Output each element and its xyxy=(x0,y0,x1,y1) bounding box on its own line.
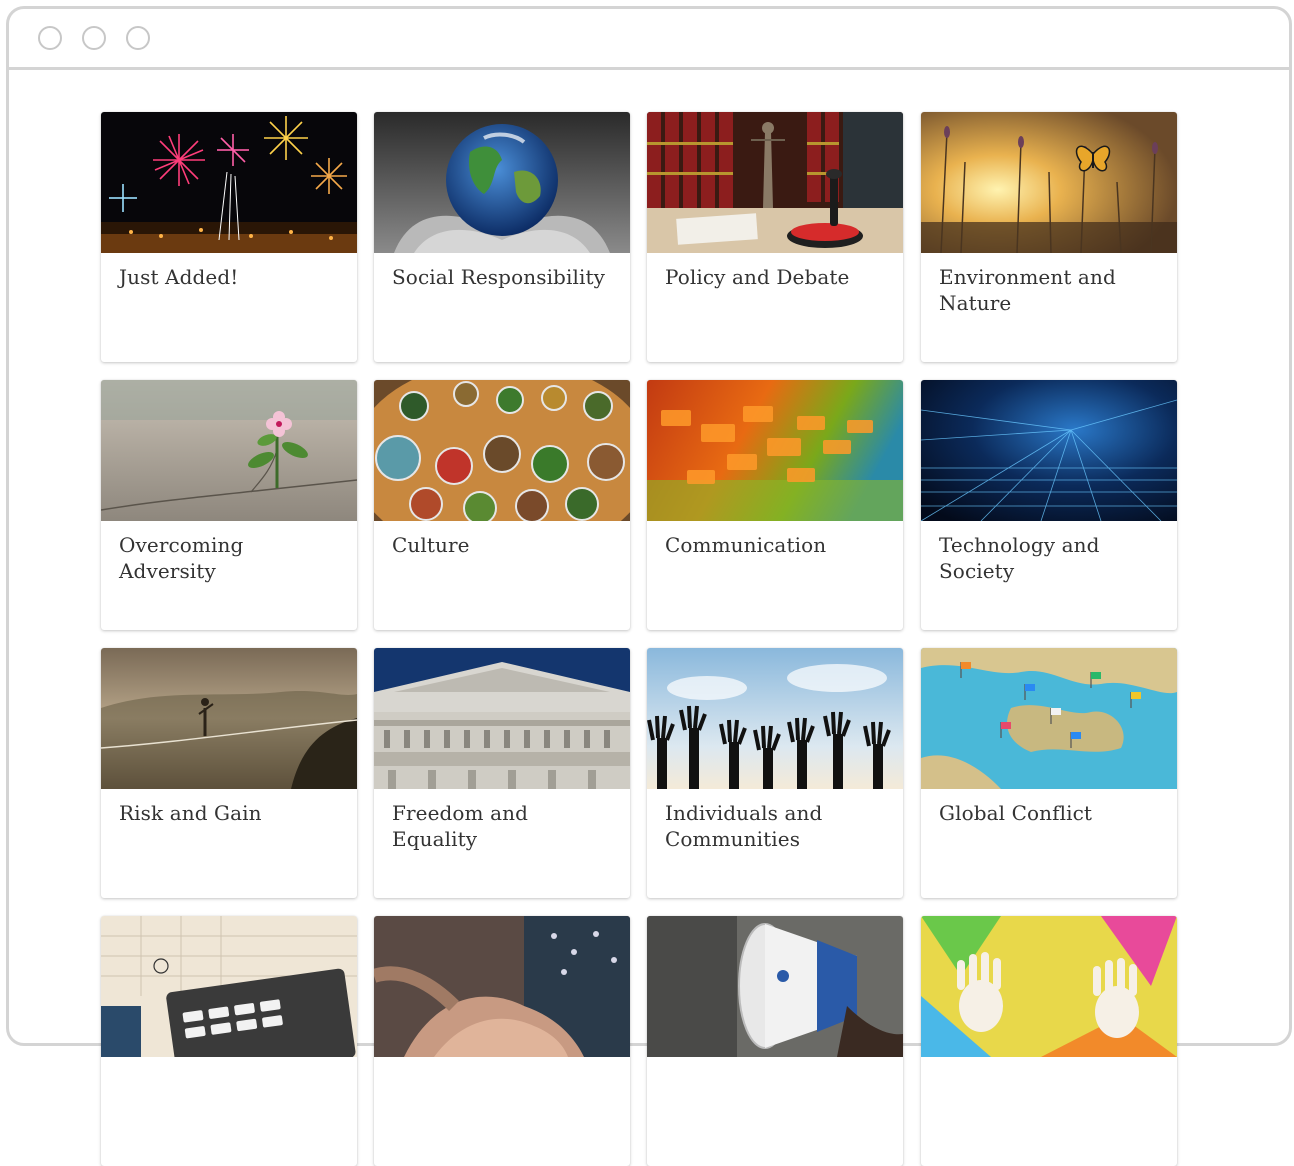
topic-card[interactable]: Technology and Society xyxy=(921,380,1177,630)
topic-card[interactable] xyxy=(101,916,357,1166)
card-title: Freedom and Equality xyxy=(392,801,528,851)
topic-card[interactable]: Global Conflict xyxy=(921,648,1177,898)
topic-card[interactable]: Freedom and Equality xyxy=(374,648,630,898)
topic-card[interactable]: Just Added! xyxy=(101,112,357,362)
window-maximize-icon[interactable] xyxy=(126,26,150,50)
speech-bubbles-image xyxy=(647,380,903,521)
map-pins-image xyxy=(921,648,1177,789)
holding-hands-image xyxy=(374,916,630,1057)
card-title: Overcoming Adversity xyxy=(119,533,244,583)
card-title: Technology and Society xyxy=(939,533,1100,583)
card-title: Communication xyxy=(665,533,827,557)
butterfly-meadow-image xyxy=(921,112,1177,253)
topic-card[interactable] xyxy=(374,916,630,1166)
food-bowls-image xyxy=(374,380,630,521)
digital-grid-image xyxy=(921,380,1177,521)
painted-handprints-image xyxy=(921,916,1177,1057)
card-title: Environment and Nature xyxy=(939,265,1116,315)
topic-card[interactable]: Communication xyxy=(647,380,903,630)
window-minimize-icon[interactable] xyxy=(82,26,106,50)
topic-card[interactable]: Risk and Gain xyxy=(101,648,357,898)
card-title: Risk and Gain xyxy=(119,801,262,825)
topic-card[interactable] xyxy=(921,916,1177,1166)
raised-hands-image xyxy=(647,648,903,789)
megaphone-image xyxy=(647,916,903,1057)
topic-card[interactable]: Social Responsibility xyxy=(374,112,630,362)
card-title: Social Responsibility xyxy=(392,265,605,289)
fireworks-image xyxy=(101,112,357,253)
card-title: Individuals and Communities xyxy=(665,801,823,851)
flower-in-crack-image xyxy=(101,380,357,521)
window-titlebar xyxy=(9,9,1289,70)
earth-in-hands-image xyxy=(374,112,630,253)
topic-card[interactable]: Culture xyxy=(374,380,630,630)
card-title: Global Conflict xyxy=(939,801,1093,825)
card-title: Policy and Debate xyxy=(665,265,850,289)
card-title: Just Added! xyxy=(119,265,239,289)
topic-card[interactable]: Policy and Debate xyxy=(647,112,903,362)
card-title: Culture xyxy=(392,533,470,557)
window-close-icon[interactable] xyxy=(38,26,62,50)
topic-card[interactable] xyxy=(647,916,903,1166)
court-facade-image xyxy=(374,648,630,789)
law-desk-image xyxy=(647,112,903,253)
topic-card[interactable]: Individuals and Communities xyxy=(647,648,903,898)
topic-card[interactable]: Environment and Nature xyxy=(921,112,1177,362)
topic-card[interactable]: Overcoming Adversity xyxy=(101,380,357,630)
tightrope-walker-image xyxy=(101,648,357,789)
calculator-calendar-image xyxy=(101,916,357,1057)
